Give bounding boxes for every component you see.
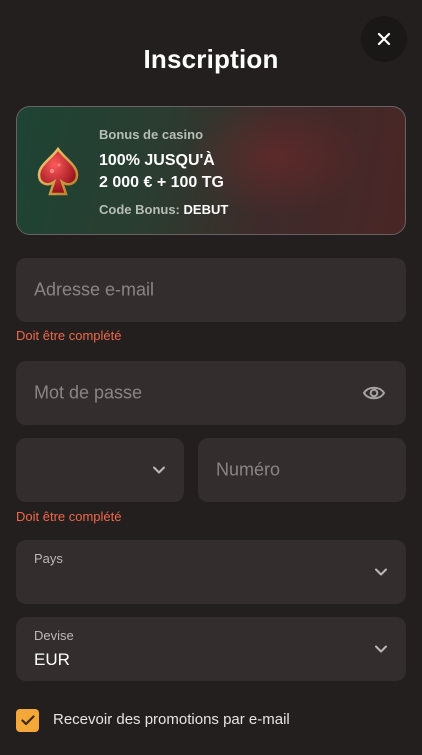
bonus-code-value: DEBUT [183,202,229,217]
bonus-code: Code Bonus: DEBUT [99,202,228,217]
currency-label: Devise [34,628,74,643]
email-error: Doit être complété [16,328,122,343]
email-field[interactable]: Adresse e-mail [16,258,406,322]
phone-number-placeholder: Numéro [216,459,281,480]
phone-error: Doit être complété [16,509,122,524]
currency-value: EUR [34,650,70,669]
bonus-label: Bonus de casino [99,127,204,142]
promo-checkbox-label[interactable]: Recevoir des promotions par e-mail [53,711,290,728]
chevron-down-icon [375,645,387,653]
page-title: Inscription [143,44,279,74]
country-label: Pays [34,551,63,566]
currency-select[interactable]: Devise EUR [16,617,406,681]
bonus-code-label: Code Bonus: [99,202,180,217]
email-placeholder: Adresse e-mail [34,279,155,300]
country-select[interactable]: Pays [16,540,406,604]
eye-icon[interactable] [362,383,386,403]
password-field[interactable]: Mot de passe [16,361,406,425]
bonus-amount-line2: 2 000 € + 100 TG [99,174,224,191]
bonus-card: Bonus de casino 100% JUSQU'À 2 000 € + 1… [16,106,406,235]
phone-code-select[interactable] [16,438,184,502]
promo-checkbox[interactable] [16,709,39,732]
chevron-down-icon [153,466,165,474]
chevron-down-icon [375,568,387,576]
password-placeholder: Mot de passe [34,382,143,403]
check-icon [20,715,35,726]
spade-icon [37,147,79,196]
bonus-amount-line1: 100% JUSQU'À [99,152,215,169]
phone-number-field[interactable]: Numéro [198,438,406,502]
